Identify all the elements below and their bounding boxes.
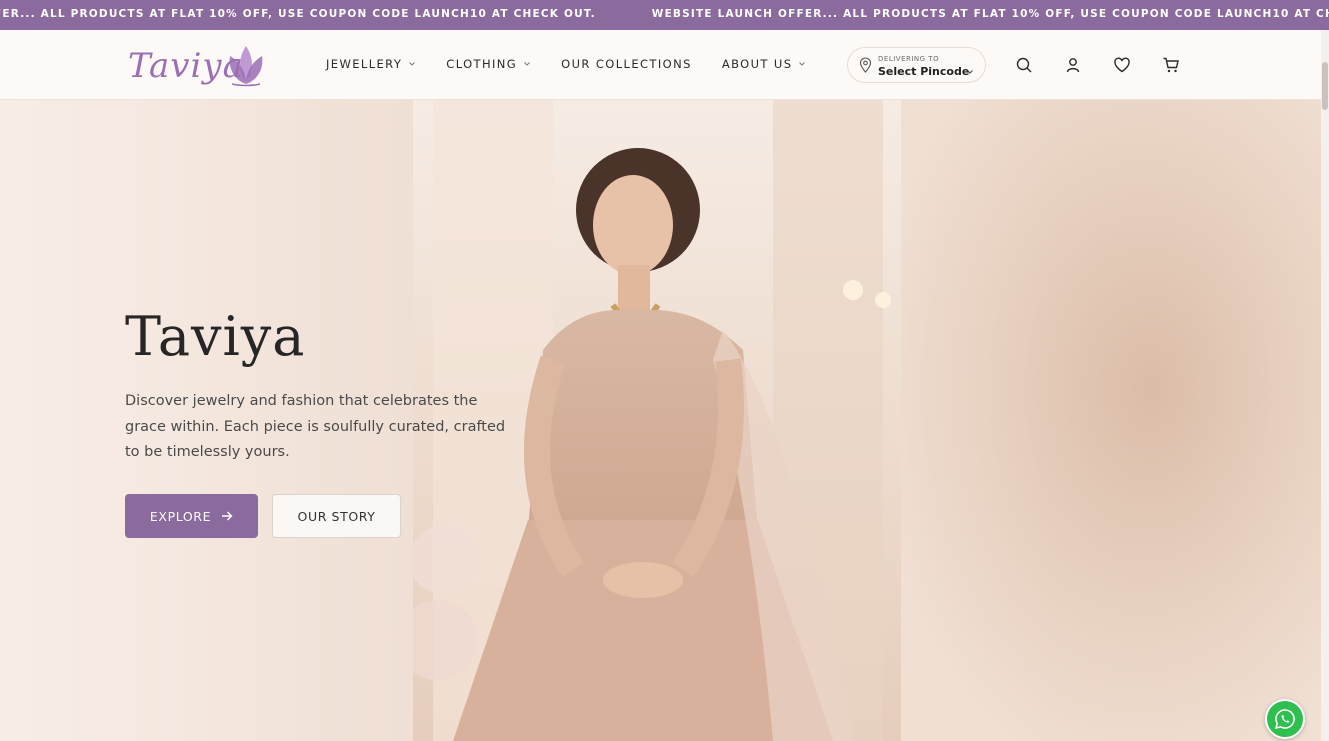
announcement-message: FER... ALL PRODUCTS AT FLAT 10% OFF, USE… bbox=[0, 8, 596, 20]
announcement-message: WEBSITE LAUNCH OFFER... ALL PRODUCTS AT … bbox=[651, 8, 1329, 20]
chevron-down-icon bbox=[409, 62, 416, 66]
hero-section: Taviya Discover jewelry and fashion that… bbox=[0, 100, 1321, 741]
nav-jewellery[interactable]: JEWELLERY bbox=[326, 57, 416, 71]
nav-about-us[interactable]: ABOUT US bbox=[722, 57, 807, 71]
site-header: Taviya JEWELLERY CLOTHING OUR COLLECTION… bbox=[0, 30, 1329, 100]
nav-label: ABOUT US bbox=[721, 57, 793, 71]
hero-title: Taviya bbox=[125, 305, 306, 368]
our-story-button-label: OUR STORY bbox=[297, 508, 376, 524]
search-icon[interactable] bbox=[1015, 56, 1033, 74]
chevron-down-icon bbox=[524, 62, 530, 66]
our-story-button[interactable]: OUR STORY bbox=[272, 494, 401, 538]
lotus-logo-icon bbox=[229, 46, 263, 87]
scrollbar-thumb[interactable] bbox=[1322, 62, 1328, 110]
nav-clothing[interactable]: CLOTHING bbox=[446, 57, 531, 71]
arrow-right-icon bbox=[222, 511, 233, 521]
pincode-caption: DELIVERING TO bbox=[878, 55, 940, 63]
pincode-value: Select Pincode bbox=[878, 65, 970, 78]
hero-description: Discover jewelry and fashion that celebr… bbox=[125, 393, 506, 460]
location-pin-icon bbox=[859, 57, 872, 73]
heart-icon[interactable] bbox=[1113, 56, 1131, 74]
nav-label: JEWELLERY bbox=[326, 57, 403, 71]
main-nav: JEWELLERY CLOTHING OUR COLLECTIONS ABOUT… bbox=[326, 57, 806, 71]
whatsapp-icon bbox=[1274, 709, 1295, 730]
announcement-bar: FER... ALL PRODUCTS AT FLAT 10% OFF, USE… bbox=[0, 0, 1329, 30]
nav-label: CLOTHING bbox=[446, 57, 518, 71]
hero-backdrop-right bbox=[900, 100, 1321, 741]
pincode-selector[interactable]: DELIVERING TO Select Pincode bbox=[847, 47, 986, 83]
logo[interactable]: Taviya bbox=[126, 40, 271, 90]
user-icon[interactable] bbox=[1064, 56, 1082, 74]
nav-our-collections[interactable]: OUR COLLECTIONS bbox=[561, 57, 692, 71]
explore-button[interactable]: EXPLORE bbox=[125, 494, 258, 538]
explore-button-label: EXPLORE bbox=[149, 508, 212, 524]
chevron-down-icon bbox=[967, 70, 973, 74]
chevron-down-icon bbox=[799, 62, 806, 66]
whatsapp-chat-button[interactable] bbox=[1265, 699, 1305, 739]
cart-icon[interactable] bbox=[1162, 56, 1180, 74]
page-scrollbar[interactable] bbox=[1321, 30, 1329, 741]
nav-label: OUR COLLECTIONS bbox=[561, 57, 692, 71]
announcement-track: FER... ALL PRODUCTS AT FLAT 10% OFF, USE… bbox=[0, 8, 1329, 20]
